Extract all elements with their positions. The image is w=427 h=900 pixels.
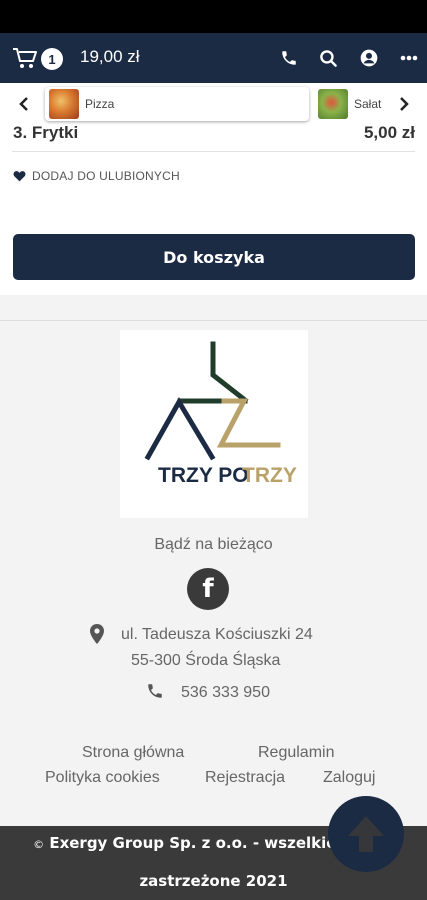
copyright-line-2: zastrzeżone 2021 [139, 872, 288, 890]
product-price: 5,00 zł [363, 123, 415, 142]
salad-thumbnail [318, 89, 348, 119]
divider [0, 320, 427, 321]
add-to-favorites-link[interactable]: DODAJ DO ULUBIONYCH [13, 169, 180, 183]
divider [12, 151, 415, 152]
add-to-cart-button[interactable]: Do koszyka [13, 234, 415, 280]
pizza-thumbnail [49, 89, 79, 119]
search-icon[interactable] [317, 47, 339, 69]
user-icon[interactable] [358, 47, 380, 69]
scroll-to-top-button[interactable] [328, 796, 404, 872]
product-name: 3. Frytki [13, 123, 79, 142]
location-pin-icon [90, 624, 104, 649]
phone-icon[interactable] [278, 47, 300, 69]
arrow-up-icon [348, 816, 384, 852]
address-line-1: ul. Tadeusza Kościuszki 24 [121, 626, 313, 643]
link-login[interactable]: Zaloguj [323, 769, 375, 787]
cart-count-badge[interactable]: 1 [41, 48, 63, 70]
address-line-2: 55-300 Środa Śląska [131, 652, 281, 669]
link-cookies[interactable]: Polityka cookies [45, 769, 160, 787]
chevron-right-icon[interactable] [392, 91, 416, 117]
category-bar: Pizza Sałat [0, 83, 427, 125]
logo-text-1: TRZY PO [158, 464, 249, 487]
category-salat[interactable]: Sałat [314, 87, 384, 121]
chevron-left-icon[interactable] [12, 91, 36, 117]
facebook-icon[interactable]: f [187, 568, 229, 610]
phone-number[interactable]: 536 333 950 [181, 684, 270, 702]
stay-updated-heading: Bądź na bieżąco [154, 536, 273, 553]
heart-icon [13, 171, 26, 182]
link-terms[interactable]: Regulamin [258, 744, 334, 762]
link-register[interactable]: Rejestracja [205, 769, 285, 787]
category-label: Sałat [354, 97, 382, 111]
category-pizza[interactable]: Pizza [45, 87, 309, 121]
more-icon[interactable] [398, 47, 420, 69]
top-bar: 1 19,00 zł [0, 33, 427, 83]
status-bar [0, 0, 427, 33]
copyright-icon: © [33, 838, 45, 851]
link-home[interactable]: Strona główna [82, 744, 184, 762]
logo-text-2: TRZY [242, 464, 297, 487]
favorites-label: DODAJ DO ULUBIONYCH [32, 169, 180, 183]
phone-icon [146, 682, 164, 705]
restaurant-logo: TRZY PO TRZY [120, 330, 308, 518]
category-label: Pizza [85, 97, 115, 111]
product-card: 3. Frytki 5,00 zł DODAJ DO ULUBIONYCH Do… [0, 123, 427, 295]
cart-total[interactable]: 19,00 zł [80, 47, 140, 67]
cart-icon[interactable] [12, 46, 38, 70]
